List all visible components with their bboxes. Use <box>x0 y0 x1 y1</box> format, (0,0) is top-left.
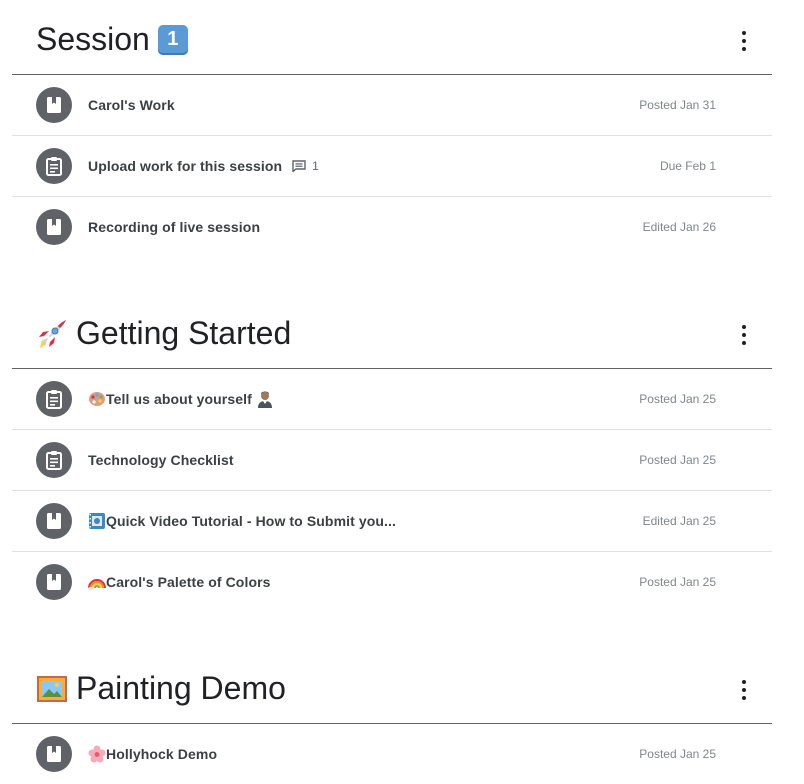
comment-icon <box>292 160 306 172</box>
list-item[interactable]: Quick Video Tutorial - How to Submit you… <box>12 491 772 552</box>
item-title: Quick Video Tutorial - How to Submit you… <box>106 513 397 529</box>
palette-icon <box>89 392 105 406</box>
topic-header: Painting Demo <box>12 649 772 724</box>
list-item[interactable]: Upload work for this session 1 Due Feb 1 <box>12 136 772 197</box>
item-date: Posted Jan 25 <box>639 575 716 589</box>
topic-session: Session 1 Carol's Work Posted Jan 31 Upl… <box>12 0 772 257</box>
item-date: Edited Jan 25 <box>642 514 716 528</box>
item-date: Posted Jan 25 <box>639 453 716 467</box>
topic-header: Session 1 <box>12 0 772 75</box>
material-icon <box>36 87 72 123</box>
rainbow-icon <box>88 579 106 591</box>
item-date: Edited Jan 26 <box>642 220 716 234</box>
list-item[interactable]: Hollyhock Demo Posted Jan 25 <box>12 724 772 784</box>
item-title: Hollyhock Demo <box>106 746 218 762</box>
list-item[interactable]: Tell us about yourself Posted Jan 25 <box>12 369 772 430</box>
framed-picture-icon <box>36 673 68 705</box>
assignment-icon <box>36 442 72 478</box>
rocket-icon <box>36 318 68 350</box>
material-icon <box>36 209 72 245</box>
list-item[interactable]: Carol's Palette of Colors Posted Jan 25 <box>12 552 772 612</box>
item-date: Due Feb 1 <box>659 159 716 173</box>
topic-getting-started: Getting Started Tell us about yourself P… <box>12 294 772 612</box>
blossom-icon <box>88 745 106 763</box>
topic-title-text: Getting Started <box>76 315 292 351</box>
list-item[interactable]: Recording of live session Edited Jan 26 <box>12 197 772 257</box>
topic-painting-demo: Painting Demo Hollyhock Demo Posted Jan … <box>12 649 772 784</box>
material-icon <box>36 564 72 600</box>
topic-title[interactable]: Session 1 <box>36 21 188 58</box>
more-options-icon[interactable] <box>736 680 752 700</box>
item-title: Recording of live session <box>88 219 261 235</box>
item-title: Carol's Work <box>88 97 175 113</box>
topic-title[interactable]: Painting Demo <box>36 670 286 707</box>
person-icon <box>257 391 272 408</box>
item-title: Upload work for this session <box>88 158 283 174</box>
item-date: Posted Jan 25 <box>639 747 716 761</box>
assignment-icon <box>36 148 72 184</box>
topic-title-text: Session <box>36 21 150 57</box>
assignment-icon <box>36 381 72 417</box>
item-title: Tell us about yourself <box>106 391 252 407</box>
topic-title-text: Painting Demo <box>76 670 286 706</box>
more-options-icon[interactable] <box>736 31 752 51</box>
material-icon <box>36 736 72 772</box>
list-item[interactable]: Carol's Work Posted Jan 31 <box>12 75 772 136</box>
more-options-icon[interactable] <box>736 325 752 345</box>
material-icon <box>36 503 72 539</box>
keycap-one-icon: 1 <box>157 24 188 55</box>
item-title: Carol's Palette of Colors <box>106 574 271 590</box>
topic-header: Getting Started <box>12 294 772 369</box>
item-date: Posted Jan 25 <box>639 392 716 406</box>
film-frames-icon <box>89 513 105 529</box>
comment-count: 1 <box>292 159 319 173</box>
topic-title[interactable]: Getting Started <box>36 315 291 352</box>
item-title: Technology Checklist <box>88 452 234 468</box>
item-date: Posted Jan 31 <box>639 98 716 112</box>
list-item[interactable]: Technology Checklist Posted Jan 25 <box>12 430 772 491</box>
